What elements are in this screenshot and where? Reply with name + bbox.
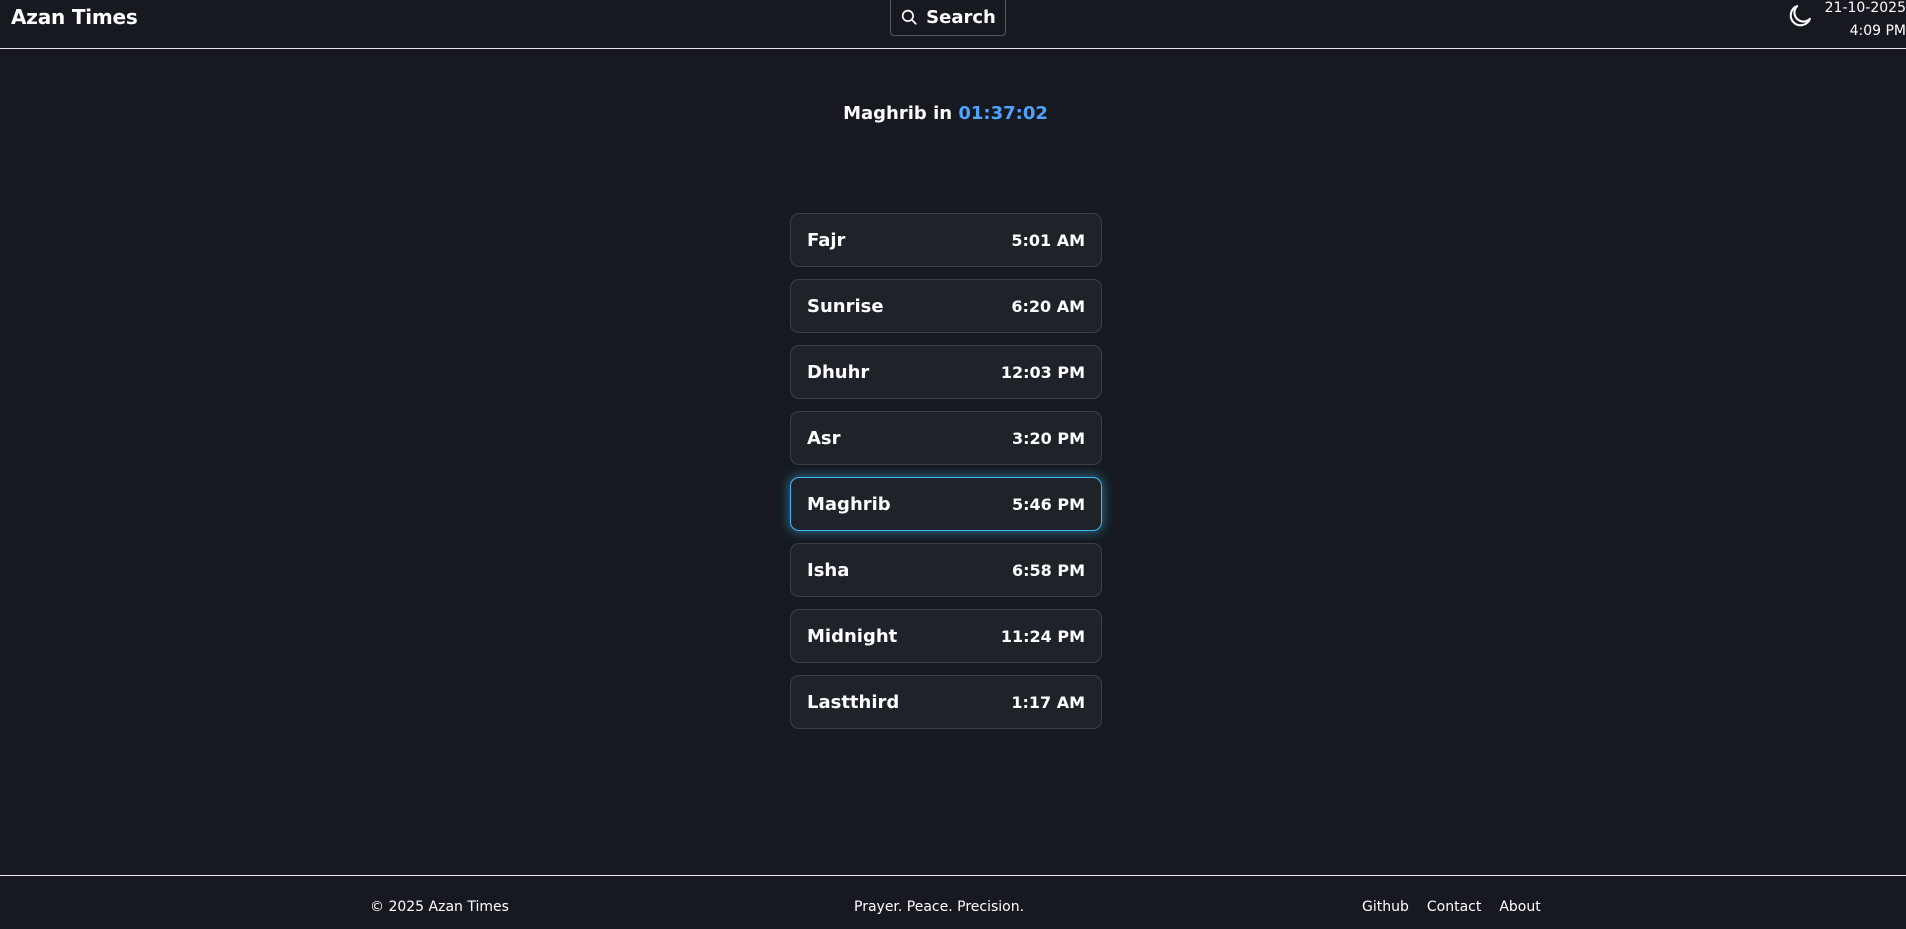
footer: © 2025 Azan Times Prayer. Peace. Precisi… [0, 875, 1906, 929]
next-prayer-countdown: Maghrib in 01:37:02 [0, 103, 1891, 124]
footer-link-about[interactable]: About [1499, 899, 1540, 915]
prayer-time: 12:03 PM [1000, 362, 1085, 382]
countdown-connector: in [933, 103, 953, 124]
current-date: 21-10-2025 [1824, 0, 1906, 16]
prayer-row-midnight: Midnight 11:24 PM [790, 609, 1102, 663]
footer-links: Github Contact About [1362, 899, 1541, 915]
prayer-time: 11:24 PM [1000, 626, 1085, 646]
header: Azan Times Search 21-10-2025 4:09 PM [0, 0, 1906, 49]
datetime-display: 21-10-2025 4:09 PM [1806, 0, 1906, 43]
prayer-row-lastthird: Lastthird 1:17 AM [790, 675, 1102, 729]
prayer-row-fajr: Fajr 5:01 AM [790, 213, 1102, 267]
countdown-remaining: 01:37:02 [958, 103, 1048, 124]
prayer-time: 1:17 AM [1011, 692, 1085, 712]
prayer-row-isha: Isha 6:58 PM [790, 543, 1102, 597]
prayer-row-asr: Asr 3:20 PM [790, 411, 1102, 465]
current-time: 4:09 PM [1849, 23, 1906, 39]
prayer-name: Lastthird [807, 691, 900, 713]
prayer-name: Midnight [807, 625, 898, 647]
prayer-row-sunrise: Sunrise 6:20 AM [790, 279, 1102, 333]
prayer-time: 3:20 PM [1011, 428, 1085, 448]
prayer-name: Asr [807, 427, 841, 449]
search-label: Search [926, 6, 996, 28]
prayer-name: Maghrib [807, 493, 891, 515]
prayer-name: Dhuhr [807, 361, 870, 383]
prayer-time: 6:58 PM [1011, 560, 1085, 580]
footer-copyright: © 2025 Azan Times [370, 899, 509, 915]
footer-link-contact[interactable]: Contact [1427, 899, 1481, 915]
prayer-time: 6:20 AM [1011, 296, 1085, 316]
brand-title[interactable]: Azan Times [11, 5, 138, 29]
footer-link-github[interactable]: Github [1362, 899, 1409, 915]
prayer-time: 5:46 PM [1011, 494, 1085, 514]
prayer-name: Sunrise [807, 295, 884, 317]
prayer-row-maghrib: Maghrib 5:46 PM [790, 477, 1102, 531]
search-button[interactable]: Search [890, 0, 1006, 36]
footer-tagline: Prayer. Peace. Precision. [854, 899, 1025, 915]
prayer-name: Isha [807, 559, 850, 581]
prayer-time: 5:01 AM [1011, 230, 1085, 250]
prayer-times-list: Fajr 5:01 AM Sunrise 6:20 AM Dhuhr 12:03… [790, 213, 1102, 741]
prayer-row-dhuhr: Dhuhr 12:03 PM [790, 345, 1102, 399]
countdown-prayer: Maghrib [843, 103, 927, 124]
prayer-name: Fajr [807, 229, 846, 251]
search-icon [900, 8, 918, 26]
